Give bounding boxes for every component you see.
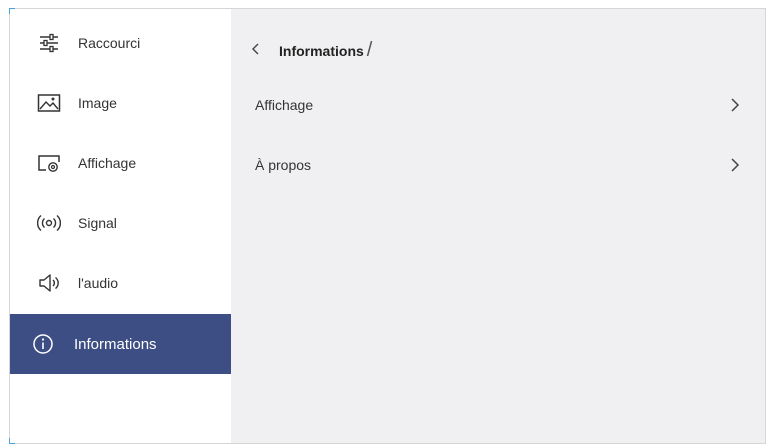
sidebar-item-label: l'audio <box>78 275 119 291</box>
menu-row-label: À propos <box>255 157 312 173</box>
sidebar-item-raccourci[interactable]: Raccourci <box>10 13 231 73</box>
page-title: Informations <box>279 42 364 59</box>
sidebar-item-label: Raccourci <box>78 35 141 51</box>
menu-row-label: Affichage <box>255 97 314 113</box>
signal-icon <box>36 212 62 234</box>
chevron-left-icon[interactable] <box>251 42 265 60</box>
image-icon <box>36 92 62 114</box>
breadcrumb-separator: / <box>366 39 373 61</box>
breadcrumb: Informations / <box>251 39 372 62</box>
sidebar-item-audio[interactable]: l'audio <box>10 253 231 313</box>
sidebar: Raccourci Image Affichage Signal l'audio… <box>10 9 231 443</box>
menu-row-a-propos[interactable]: À propos <box>231 145 765 185</box>
sidebar-item-image[interactable]: Image <box>10 73 231 133</box>
menu-row-affichage[interactable]: Affichage <box>231 85 765 125</box>
display-settings-icon <box>36 152 62 174</box>
sidebar-item-affichage[interactable]: Affichage <box>10 133 231 193</box>
speaker-icon <box>36 272 62 294</box>
content-panel: Informations / Affichage À propos <box>231 9 765 443</box>
chevron-right-icon <box>729 157 741 173</box>
sidebar-item-label: Informations <box>74 335 157 353</box>
chevron-right-icon <box>729 97 741 113</box>
sidebar-item-label: Image <box>78 95 117 111</box>
sidebar-item-label: Affichage <box>78 155 137 171</box>
sliders-icon <box>36 32 62 54</box>
info-icon <box>30 333 56 355</box>
sidebar-item-signal[interactable]: Signal <box>10 193 231 253</box>
sidebar-item-label: Signal <box>78 215 117 231</box>
sidebar-item-informations[interactable]: Informations <box>10 314 231 374</box>
